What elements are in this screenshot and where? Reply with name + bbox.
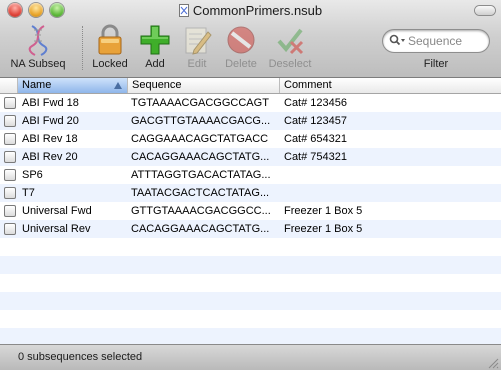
table-row[interactable]: Universal Fwd GTTGTAAAACGACGGCC... Freez…	[0, 202, 501, 220]
row-checkbox[interactable]	[4, 223, 16, 235]
cell-sequence: GTTGTAAAACGACGGCC...	[131, 205, 271, 217]
cell-name: Universal Fwd	[22, 205, 92, 217]
empty-row	[0, 274, 501, 292]
table-row[interactable]: ABI Fwd 20 GACGTTGTAAAACGACG... Cat# 123…	[0, 112, 501, 130]
table-row[interactable]: ABI Fwd 18 TGTAAAACGACGGCCAGT Cat# 12345…	[0, 94, 501, 112]
selection-status: 0 subsequences selected	[18, 351, 143, 363]
locked-button[interactable]: Locked	[89, 24, 131, 70]
window-title-text: CommonPrimers.nsub	[192, 3, 323, 18]
cell-comment: Cat# 123457	[284, 115, 347, 127]
column-header-name[interactable]: Name	[18, 78, 128, 93]
app-window: CommonPrimers.nsub NA Subseq Locked Add …	[0, 0, 501, 370]
table-header: Name Sequence Comment	[0, 78, 501, 94]
cell-sequence: ATTTAGGTGACACTATAG...	[131, 169, 271, 181]
edit-button[interactable]: Edit	[179, 24, 215, 70]
search-input[interactable]	[408, 32, 484, 49]
subsequence-table: Name Sequence Comment ABI Fwd 18 TGTAAAA…	[0, 78, 501, 344]
deselect-icon	[277, 28, 304, 55]
edit-label: Edit	[187, 58, 207, 70]
filter-label: Filter	[423, 58, 449, 70]
column-header-sequence-label: Sequence	[132, 79, 182, 91]
column-header-comment[interactable]: Comment	[280, 78, 501, 93]
cell-name: ABI Fwd 20	[22, 115, 79, 127]
cell-name: ABI Rev 20	[22, 151, 78, 163]
window-title: CommonPrimers.nsub	[0, 3, 501, 18]
cell-name: ABI Fwd 18	[22, 97, 79, 109]
sort-ascending-icon	[114, 82, 122, 89]
cell-comment: Cat# 123456	[284, 97, 347, 109]
cell-sequence: CACAGGAAACAGCTATG...	[131, 151, 270, 163]
delete-button[interactable]: Delete	[219, 24, 263, 70]
empty-row	[0, 328, 501, 344]
document-icon	[178, 4, 189, 17]
delete-label: Delete	[225, 58, 257, 70]
search-field[interactable]	[383, 30, 489, 52]
add-button[interactable]: Add	[136, 24, 174, 70]
checkbox-column-header[interactable]	[0, 78, 18, 93]
empty-row	[0, 292, 501, 310]
column-header-comment-label: Comment	[284, 79, 332, 91]
empty-row-stripes	[0, 238, 501, 344]
row-checkbox[interactable]	[4, 115, 16, 127]
no-entry-icon	[227, 26, 255, 54]
resize-grip-icon[interactable]	[487, 357, 499, 369]
na-subseq-button[interactable]: NA Subseq	[8, 24, 68, 70]
cell-comment: Cat# 754321	[284, 151, 347, 163]
cell-name: SP6	[22, 169, 43, 181]
locked-label: Locked	[92, 58, 128, 70]
status-bar: 0 subsequences selected	[0, 344, 501, 370]
empty-row	[0, 310, 501, 328]
title-toolbar: CommonPrimers.nsub NA Subseq Locked Add …	[0, 0, 501, 78]
table-body: ABI Fwd 18 TGTAAAACGACGGCCAGT Cat# 12345…	[0, 94, 501, 344]
na-subseq-label: NA Subseq	[10, 58, 66, 70]
deselect-button[interactable]: Deselect	[264, 24, 316, 70]
pencil-icon	[185, 27, 212, 55]
cell-name: ABI Rev 18	[22, 133, 78, 145]
table-row[interactable]: Universal Rev CACAGGAAACAGCTATG... Freez…	[0, 220, 501, 238]
cell-sequence: CAGGAAACAGCTATGACC	[131, 133, 269, 145]
row-checkbox[interactable]	[4, 187, 16, 199]
add-label: Add	[145, 58, 165, 70]
na-subseq-icon	[28, 25, 48, 56]
column-header-sequence[interactable]: Sequence	[128, 78, 280, 93]
cell-comment: Cat# 654321	[284, 133, 347, 145]
cell-comment: Freezer 1 Box 5	[284, 223, 363, 235]
table-row[interactable]: SP6 ATTTAGGTGACACTATAG...	[0, 166, 501, 184]
row-checkbox[interactable]	[4, 133, 16, 145]
search-icon	[389, 34, 405, 46]
table-row[interactable]: ABI Rev 18 CAGGAAACAGCTATGACC Cat# 65432…	[0, 130, 501, 148]
empty-row	[0, 256, 501, 274]
toolbar-separator	[82, 26, 83, 70]
cell-name: Universal Rev	[22, 223, 91, 235]
row-checkbox[interactable]	[4, 205, 16, 217]
cell-sequence: TAATACGACTCACTATAG...	[131, 187, 270, 199]
plus-icon	[140, 25, 170, 55]
cell-sequence: TGTAAAACGACGGCCAGT	[131, 97, 269, 109]
column-header-name-label: Name	[22, 79, 52, 91]
cell-comment: Freezer 1 Box 5	[284, 205, 363, 217]
cell-sequence: CACAGGAAACAGCTATG...	[131, 223, 270, 235]
lock-icon	[98, 24, 122, 55]
deselect-label: Deselect	[268, 58, 312, 70]
cell-name: T7	[22, 187, 35, 199]
cell-sequence: GACGTTGTAAAACGACG...	[131, 115, 271, 127]
empty-row	[0, 238, 501, 256]
table-row[interactable]: ABI Rev 20 CACAGGAAACAGCTATG... Cat# 754…	[0, 148, 501, 166]
row-checkbox[interactable]	[4, 151, 16, 163]
row-checkbox[interactable]	[4, 97, 16, 109]
row-checkbox[interactable]	[4, 169, 16, 181]
table-row[interactable]: T7 TAATACGACTCACTATAG...	[0, 184, 501, 202]
